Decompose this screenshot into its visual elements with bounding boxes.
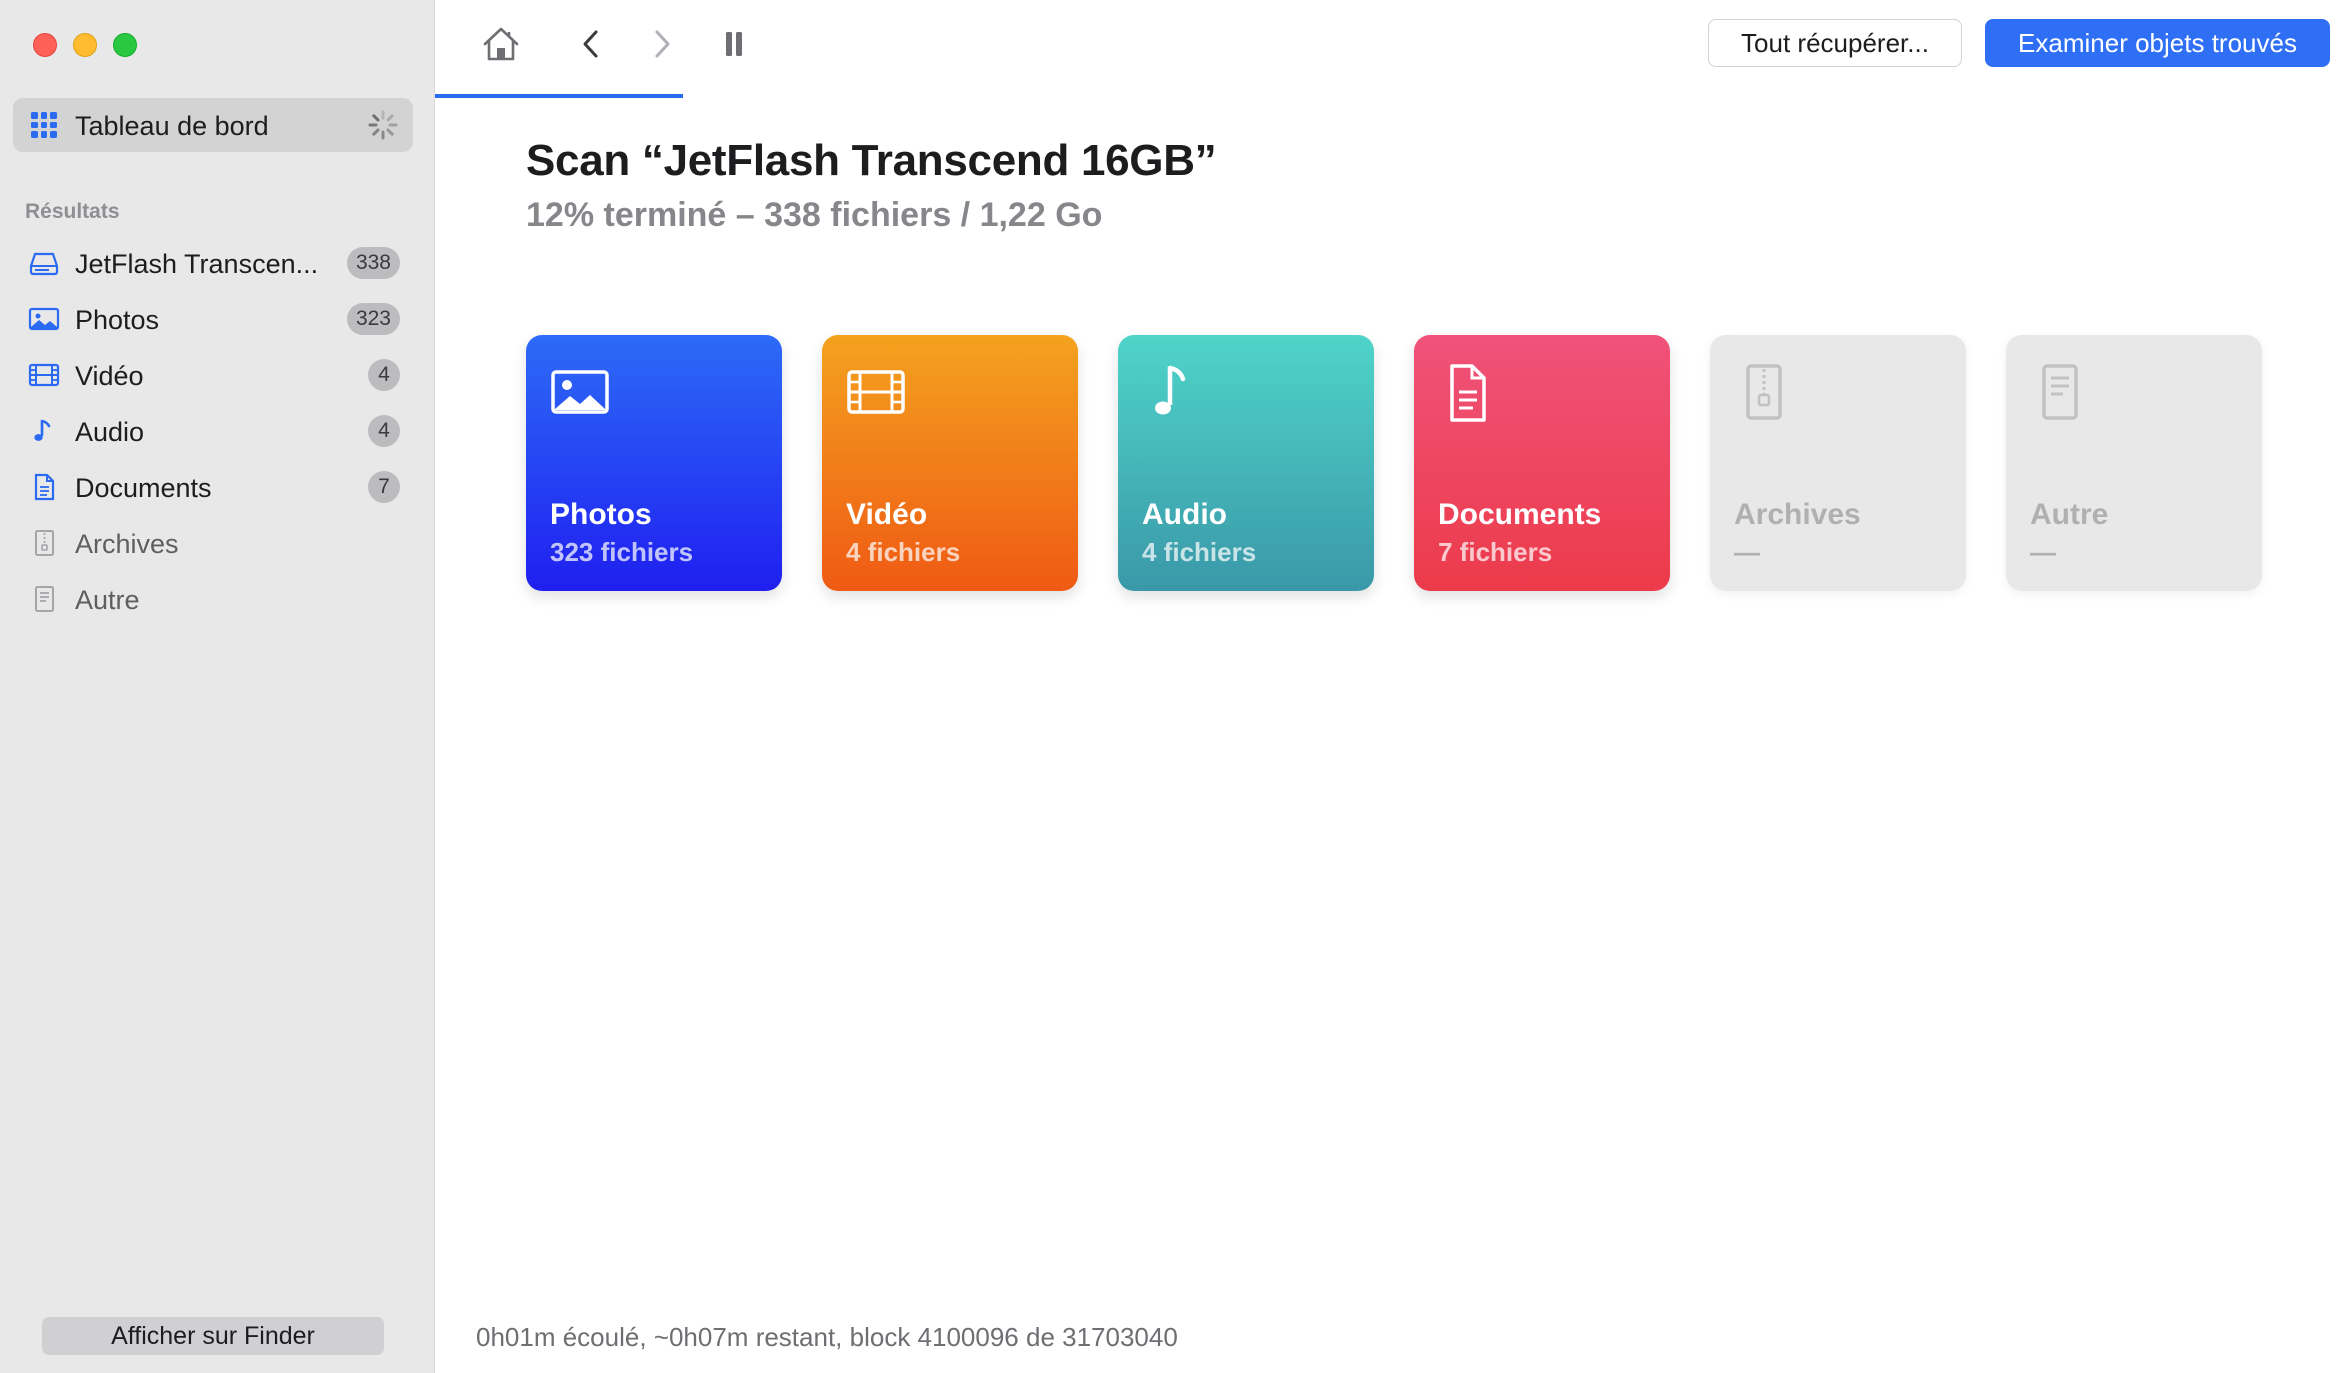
photo-icon (28, 307, 60, 331)
scan-status-line: 0h01m écoulé, ~0h07m restant, block 4100… (476, 1322, 1178, 1352)
film-icon (847, 370, 905, 414)
close-window-button[interactable] (33, 33, 57, 57)
show-in-finder-button[interactable]: Afficher sur Finder (42, 1317, 384, 1355)
count-badge: 338 (346, 247, 400, 279)
photo-icon (551, 370, 609, 414)
category-card-video[interactable]: Vidéo 4 fichiers (822, 335, 1078, 591)
card-file-count: — (2030, 537, 2056, 567)
category-card-documents[interactable]: Documents 7 fichiers (1414, 335, 1670, 591)
count-badge: 4 (368, 359, 400, 391)
sidebar-item-label: Vidéo (75, 361, 144, 391)
spinner-icon (368, 110, 398, 140)
card-title: Autre (2030, 498, 2109, 531)
recover-all-button[interactable]: Tout récupérer... (1708, 19, 1962, 67)
card-file-count: — (1734, 537, 1760, 567)
music-note-icon (1155, 365, 1186, 415)
examine-found-button[interactable]: Examiner objets trouvés (1985, 19, 2330, 67)
sidebar-item-label: Photos (75, 305, 160, 335)
sidebar-item-label: Autre (75, 585, 140, 615)
results-section-title: Résultats (25, 200, 120, 223)
film-icon (28, 363, 60, 387)
back-arrow-icon[interactable] (576, 26, 606, 62)
grid-icon (31, 112, 57, 138)
document-icon (34, 473, 55, 501)
zoom-window-button[interactable] (113, 33, 137, 57)
sidebar-item-label: Archives (75, 529, 179, 559)
card-title: Documents (1438, 498, 1602, 531)
category-card-other[interactable]: Autre — (2006, 335, 2262, 591)
sidebar-item-audio[interactable]: Audio 4 (28, 409, 408, 453)
count-badge: 323 (346, 303, 400, 335)
category-card-audio[interactable]: Audio 4 fichiers (1118, 335, 1374, 591)
sidebar: Tableau de bord Résultats JetFlash Trans… (0, 0, 435, 1373)
card-file-count: 7 fichiers (1438, 537, 1553, 567)
active-tab-indicator (435, 94, 683, 98)
card-file-count: 4 fichiers (1142, 537, 1257, 567)
other-file-icon (35, 586, 54, 612)
music-note-icon (34, 419, 51, 441)
sidebar-item-drive[interactable]: JetFlash Transcen... 338 (28, 241, 408, 285)
count-badge: 4 (368, 415, 400, 447)
home-icon[interactable] (480, 24, 522, 64)
sidebar-item-photos[interactable]: Photos 323 (28, 297, 408, 341)
category-card-photos[interactable]: Photos 323 fichiers (526, 335, 782, 591)
drive-icon (29, 252, 59, 276)
count-badge: 7 (368, 471, 400, 503)
sidebar-item-label: Audio (75, 417, 145, 447)
sidebar-item-other[interactable]: Autre (28, 577, 408, 621)
card-file-count: 4 fichiers (846, 537, 961, 567)
sidebar-item-label: Documents (75, 473, 212, 503)
card-file-count: 323 fichiers (550, 537, 694, 567)
card-title: Vidéo (846, 498, 928, 531)
other-file-icon (2042, 364, 2078, 420)
sidebar-item-documents[interactable]: Documents 7 (28, 465, 408, 509)
sidebar-item-label: JetFlash Transcen... (75, 249, 319, 279)
pause-icon[interactable] (718, 28, 750, 62)
archive-icon (35, 530, 54, 556)
sidebar-item-video[interactable]: Vidéo 4 (28, 353, 408, 397)
card-title: Audio (1142, 498, 1227, 531)
sidebar-item-archives[interactable]: Archives (28, 521, 408, 565)
card-title: Archives (1734, 498, 1861, 531)
scan-progress-subtitle: 12% terminé – 338 fichiers / 1,22 Go (526, 196, 1103, 234)
category-card-archives[interactable]: Archives — (1710, 335, 1966, 591)
sidebar-item-label: Tableau de bord (75, 111, 269, 141)
card-title: Photos (550, 498, 652, 531)
sidebar-item-dashboard[interactable]: Tableau de bord (13, 98, 413, 152)
archive-icon (1746, 364, 1782, 420)
page-title: Scan “JetFlash Transcend 16GB” (526, 136, 1217, 185)
minimize-window-button[interactable] (73, 33, 97, 57)
document-icon (1450, 364, 1486, 422)
window-controls (33, 33, 137, 57)
forward-arrow-icon[interactable] (647, 26, 677, 62)
